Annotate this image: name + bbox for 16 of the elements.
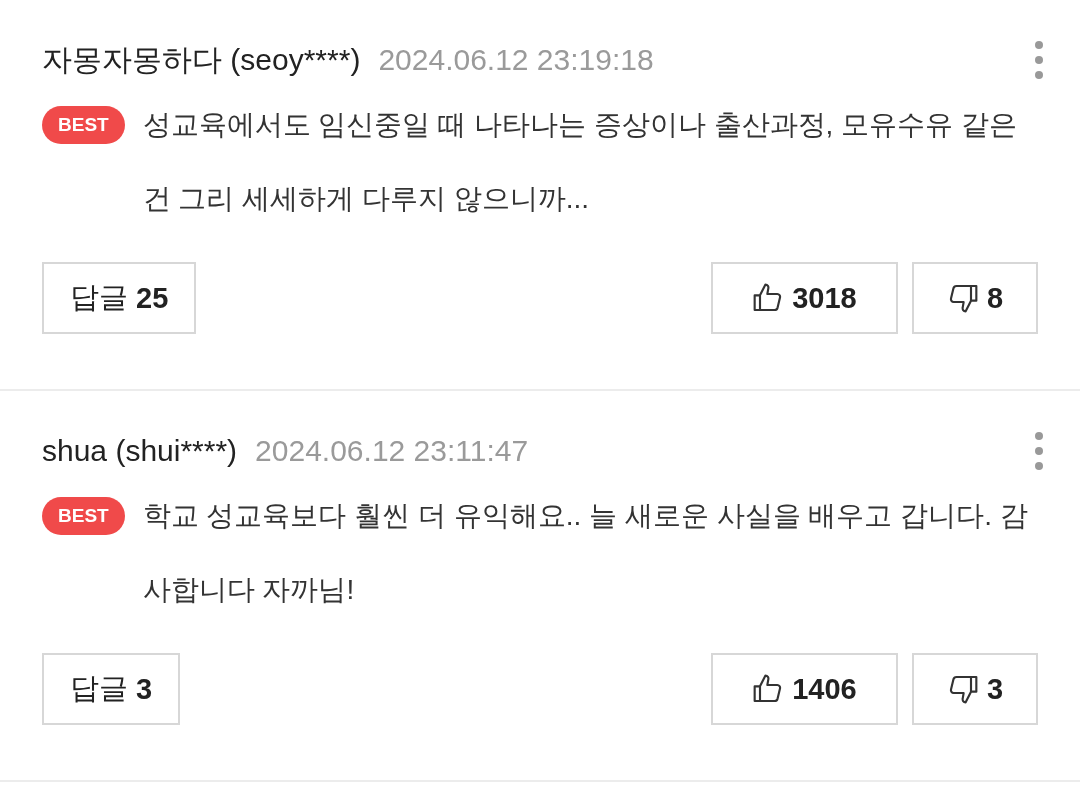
best-badge: BEST	[42, 106, 125, 144]
nickname: 자몽자몽하다 (seoy****)	[42, 41, 361, 78]
best-badge: BEST	[42, 497, 125, 535]
more-icon[interactable]	[1034, 430, 1044, 472]
reply-button[interactable]: 답글 3	[42, 653, 181, 725]
comment-date: 2024.06.12 23:19:18	[378, 43, 654, 77]
like-button[interactable]: 3018	[711, 262, 898, 334]
dislike-button[interactable]: 3	[912, 653, 1038, 725]
like-button[interactable]: 1406	[711, 653, 898, 725]
comment-text: 학교 성교육보다 훨씬 더 유익해요.. 늘 새로운 사실을 배우고 갑니다. 감사합니다 자까님!	[142, 499, 1029, 607]
nickname: shua (shui****)	[42, 434, 238, 468]
comment-text: 성교육에서도 임신중일 때 나타나는 증상이나 출산과정, 모유수유 같은 건 그리 세세하게 다루지 않으니까...	[142, 108, 1018, 216]
comment-date: 2024.06.12 23:11:47	[255, 434, 529, 468]
dislike-button[interactable]: 8	[912, 262, 1038, 334]
more-icon[interactable]	[1034, 39, 1044, 81]
reply-button[interactable]: 답글 25	[42, 262, 197, 334]
